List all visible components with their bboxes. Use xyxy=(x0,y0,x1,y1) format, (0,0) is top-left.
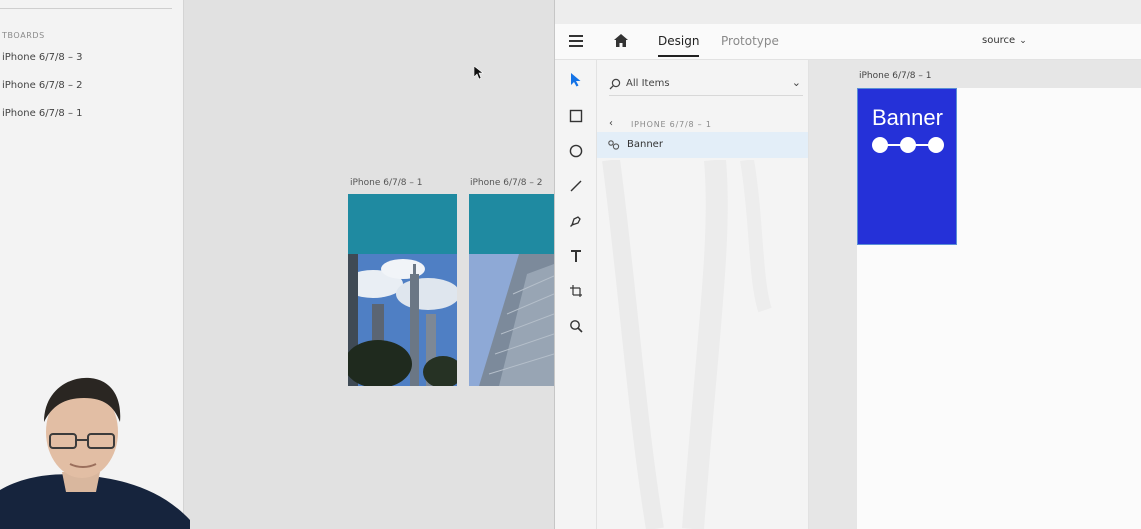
presenter-webcam xyxy=(0,377,190,529)
artboard-list-item[interactable]: iPhone 6/7/8 – 1 xyxy=(2,108,82,119)
document-title-dropdown[interactable]: source ⌄ xyxy=(982,35,1027,46)
layers-breadcrumb-row[interactable]: ‹ IPHONE 6/7/8 – 1 xyxy=(609,118,803,132)
xd-app-window: Design Prototype source ⌄ All Items ⌄ ‹ … xyxy=(554,0,1141,529)
city-skyline-photo xyxy=(348,254,457,386)
pagination-dot xyxy=(900,137,916,153)
ellipse-tool-icon[interactable] xyxy=(566,141,586,161)
panel-divider xyxy=(0,8,172,9)
tab-prototype[interactable]: Prototype xyxy=(721,34,779,48)
pagination-dot xyxy=(872,137,888,153)
background-canvas: iPhone 6/7/8 – 1 iPhone 6/7/8 – 2 xyxy=(184,0,554,529)
layer-filter-dropdown[interactable]: All Items ⌄ xyxy=(609,74,803,96)
chevron-left-icon[interactable]: ‹ xyxy=(609,118,613,129)
breadcrumb: IPHONE 6/7/8 – 1 xyxy=(631,120,712,129)
design-canvas[interactable]: iPhone 6/7/8 – 1 Banner xyxy=(809,60,1141,529)
layer-name: Banner xyxy=(627,139,663,150)
artboard-thumbnail-1[interactable] xyxy=(348,194,457,386)
zoom-tool-icon[interactable] xyxy=(566,316,586,336)
text-tool-icon[interactable] xyxy=(566,246,586,266)
pagination-dots xyxy=(872,137,944,153)
banner-title: Banner xyxy=(872,105,943,130)
artboards-section-label: TBOARDS xyxy=(2,31,45,40)
artboard-thumbnail-2[interactable] xyxy=(469,194,554,386)
panel-background-artifact xyxy=(602,160,772,529)
artboard-label: iPhone 6/7/8 – 2 xyxy=(470,178,543,188)
layer-item-banner[interactable]: Banner xyxy=(597,132,808,158)
line-tool-icon[interactable] xyxy=(566,176,586,196)
banner-component[interactable]: Banner xyxy=(857,88,957,245)
glass-tower-photo xyxy=(469,254,554,386)
document-title: source xyxy=(982,35,1016,46)
rectangle-tool-icon[interactable] xyxy=(566,106,586,126)
pen-tool-icon[interactable] xyxy=(566,211,586,231)
artboard-list-item[interactable]: iPhone 6/7/8 – 2 xyxy=(2,80,82,91)
artboard-list-item[interactable]: iPhone 6/7/8 – 3 xyxy=(2,52,82,63)
mouse-cursor-icon xyxy=(474,66,484,80)
chevron-down-icon: ⌄ xyxy=(791,76,801,89)
artboard-label[interactable]: iPhone 6/7/8 – 1 xyxy=(859,71,931,81)
artboard-tool-icon[interactable] xyxy=(566,281,586,301)
layers-panel: All Items ⌄ ‹ IPHONE 6/7/8 – 1 Banner xyxy=(597,60,809,529)
hamburger-icon[interactable] xyxy=(569,35,583,47)
app-header: Design Prototype source ⌄ xyxy=(555,24,1141,60)
search-icon xyxy=(609,78,621,90)
artboard-label: iPhone 6/7/8 – 1 xyxy=(350,178,423,188)
chevron-down-icon: ⌄ xyxy=(1019,36,1027,46)
tab-design[interactable]: Design xyxy=(658,34,700,57)
home-icon[interactable] xyxy=(613,33,629,49)
window-title-bar xyxy=(555,0,1141,24)
tool-rail xyxy=(555,60,597,529)
component-symbol-icon xyxy=(608,140,620,150)
select-tool-icon[interactable] xyxy=(566,70,586,90)
pagination-dot xyxy=(928,137,944,153)
filter-label: All Items xyxy=(626,78,670,89)
